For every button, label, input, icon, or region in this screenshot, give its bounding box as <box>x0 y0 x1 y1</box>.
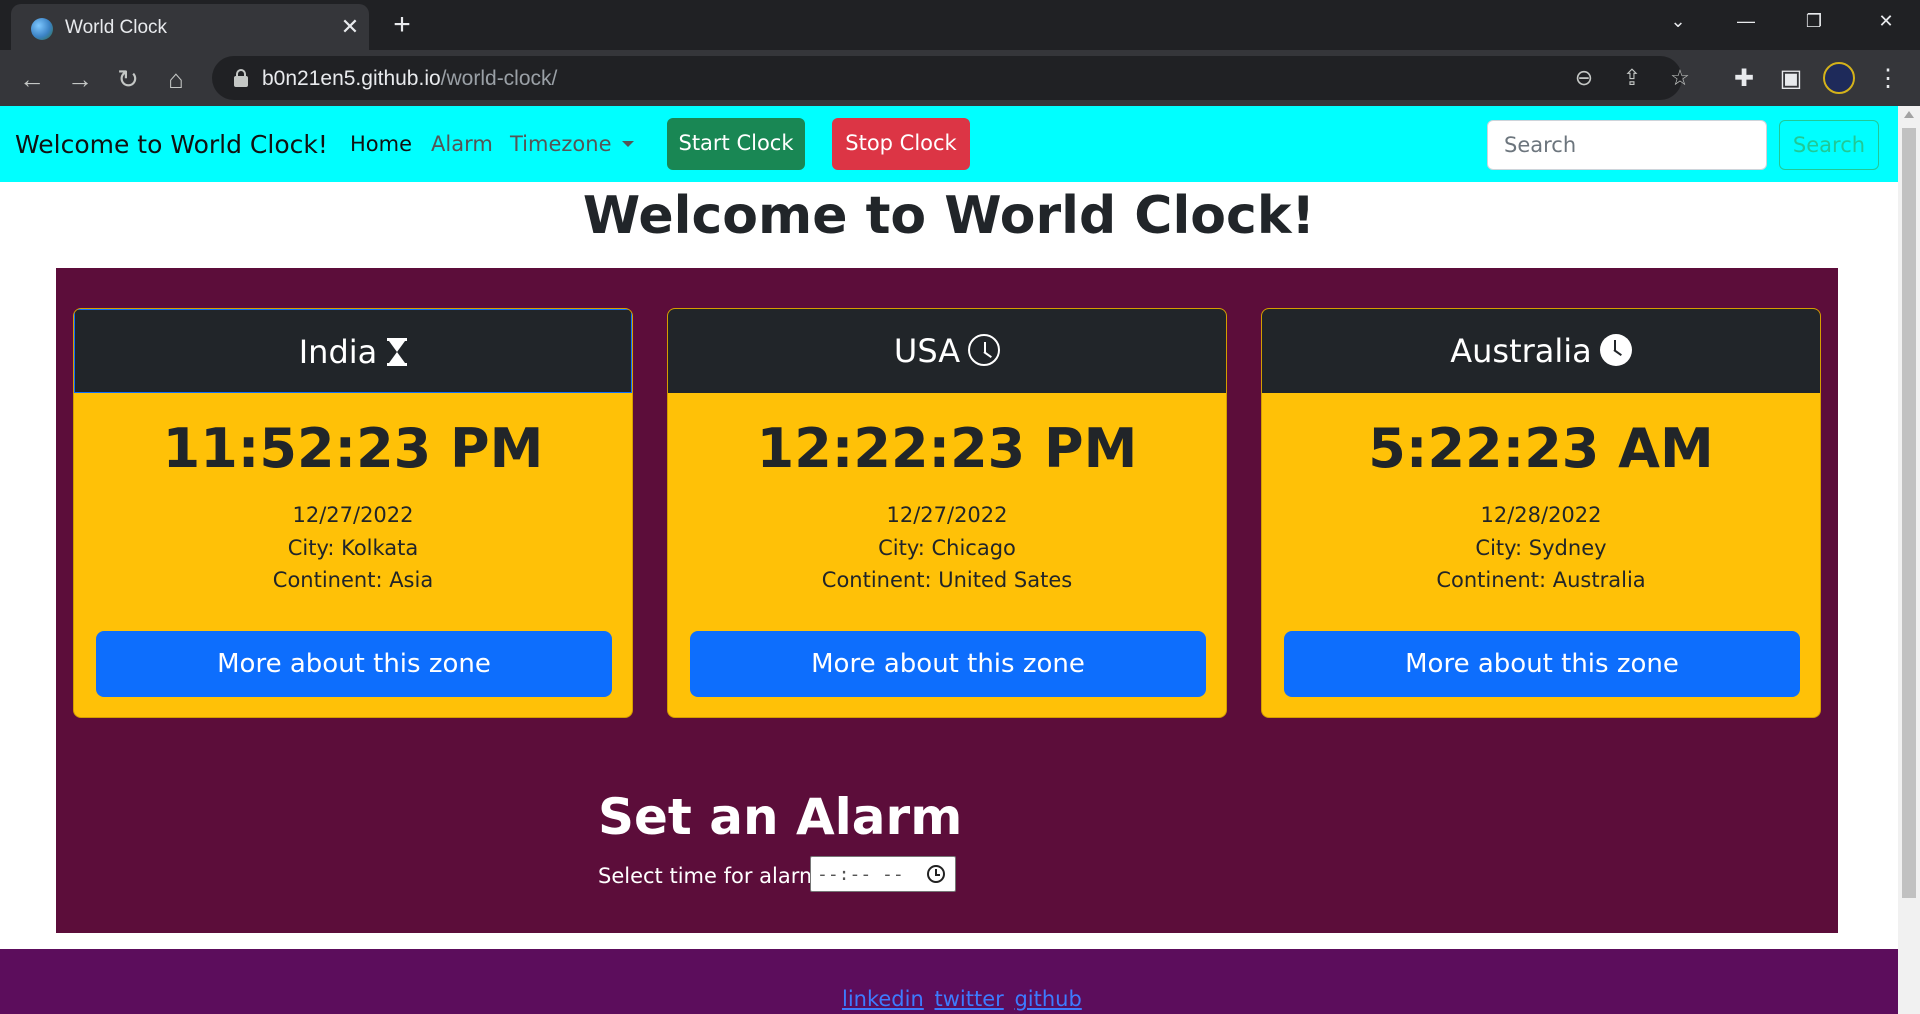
more-about-zone-button[interactable]: More about this zone <box>96 631 612 697</box>
card-city: City: Sydney <box>1475 536 1607 560</box>
minimize-icon[interactable]: — <box>1712 0 1780 44</box>
card-date: 12/28/2022 <box>1480 503 1602 527</box>
new-tab-icon[interactable]: + <box>384 8 420 44</box>
browser-tabbar: World Clock ✕ + ⌄ — ❐ ✕ <box>0 0 1920 50</box>
card-header: India <box>74 309 632 393</box>
share-icon[interactable]: ⇪ <box>1614 60 1650 96</box>
card-city: City: Chicago <box>878 536 1016 560</box>
start-clock-button[interactable]: Start Clock <box>667 118 805 170</box>
card-country: India <box>298 333 378 371</box>
alarm-time-input[interactable]: --:-- -- <box>810 856 956 892</box>
scroll-up-icon[interactable] <box>1904 111 1914 118</box>
card-country: USA <box>893 332 961 370</box>
address-bar[interactable]: b0n21en5.github.io/world-clock/ ⊖ ⇪ ☆ <box>212 56 1690 100</box>
clock-section: India 11:52:23 PM 12/27/2022 City: Kolka… <box>56 268 1838 933</box>
card-time: 12:22:23 PM <box>756 417 1138 480</box>
nav-home[interactable]: Home <box>350 132 412 156</box>
card-continent: Continent: Australia <box>1436 568 1646 592</box>
footer-links: linkedin twitter github <box>842 987 1086 1011</box>
tab-title: World Clock <box>65 17 168 38</box>
restore-icon[interactable]: ❐ <box>1780 0 1848 44</box>
chevron-down-icon <box>621 141 634 147</box>
site-footer: linkedin twitter github <box>0 949 1898 1014</box>
search-input[interactable] <box>1487 120 1767 170</box>
clock-filled-icon <box>1599 334 1632 366</box>
page-title: Welcome to World Clock! <box>582 186 1316 246</box>
search-button[interactable]: Search <box>1779 120 1879 170</box>
nav-alarm[interactable]: Alarm <box>431 132 493 156</box>
more-about-zone-button[interactable]: More about this zone <box>1284 631 1800 697</box>
github-link[interactable]: github <box>1014 987 1081 1011</box>
profile-avatar[interactable] <box>1823 62 1855 94</box>
card-country: Australia <box>1450 332 1592 370</box>
card-header: Australia <box>1262 309 1820 393</box>
card-time: 5:22:23 AM <box>1368 417 1714 480</box>
clock-card-india: India 11:52:23 PM 12/27/2022 City: Kolka… <box>73 308 633 718</box>
time-placeholder: --:-- -- <box>817 864 904 885</box>
card-city: City: Kolkata <box>287 536 419 560</box>
extensions-icon[interactable]: ✚ <box>1724 59 1764 99</box>
clock-card-usa: USA 12:22:23 PM 12/27/2022 City: Chicago… <box>667 308 1227 718</box>
navbar-brand[interactable]: Welcome to World Clock! <box>15 130 328 159</box>
globe-favicon-icon <box>31 18 53 40</box>
reload-icon[interactable]: ↻ <box>108 59 148 99</box>
scrollbar-thumb[interactable] <box>1902 128 1916 898</box>
lock-icon <box>232 68 250 88</box>
page-scrollbar[interactable] <box>1898 106 1920 1014</box>
browser-toolbar: ← → ↻ ⌂ b0n21en5.github.io/world-clock/ … <box>0 50 1920 106</box>
forward-icon[interactable]: → <box>60 59 100 99</box>
linkedin-link[interactable]: linkedin <box>842 987 924 1011</box>
nav-timezone-dropdown[interactable]: Timezone <box>510 132 634 156</box>
stop-clock-button[interactable]: Stop Clock <box>832 118 970 170</box>
url-text: b0n21en5.github.io/world-clock/ <box>262 67 558 90</box>
card-date: 12/27/2022 <box>886 503 1008 527</box>
side-panel-icon[interactable]: ▣ <box>1771 59 1811 99</box>
alarm-label: Select time for alarm: <box>598 864 827 888</box>
card-time: 11:52:23 PM <box>162 417 544 480</box>
more-about-zone-button[interactable]: More about this zone <box>690 631 1206 697</box>
site-navbar: Welcome to World Clock! Home Alarm Timez… <box>0 106 1898 182</box>
card-continent: Continent: Asia <box>272 568 434 592</box>
page-viewport: Welcome to World Clock! Home Alarm Timez… <box>0 106 1898 1014</box>
clock-card-australia: Australia 5:22:23 AM 12/28/2022 City: Sy… <box>1261 308 1821 718</box>
clock-outline-icon <box>968 334 1001 366</box>
back-icon[interactable]: ← <box>12 59 52 99</box>
browser-tab[interactable]: World Clock ✕ <box>11 4 369 50</box>
close-tab-icon[interactable]: ✕ <box>336 13 364 41</box>
card-header: USA <box>668 309 1226 393</box>
twitter-link[interactable]: twitter <box>934 987 1003 1011</box>
bookmark-star-icon[interactable]: ☆ <box>1662 60 1698 96</box>
card-date: 12/27/2022 <box>292 503 414 527</box>
menu-icon[interactable]: ⋮ <box>1868 59 1908 99</box>
card-continent: Continent: United Sates <box>821 568 1073 592</box>
alarm-heading: Set an Alarm <box>598 788 963 846</box>
close-window-icon[interactable]: ✕ <box>1852 0 1920 44</box>
hourglass-icon <box>387 338 408 366</box>
zoom-icon[interactable]: ⊖ <box>1566 60 1602 96</box>
tab-search-icon[interactable]: ⌄ <box>1644 0 1712 44</box>
home-icon[interactable]: ⌂ <box>156 59 196 99</box>
time-picker-icon[interactable] <box>927 865 945 883</box>
